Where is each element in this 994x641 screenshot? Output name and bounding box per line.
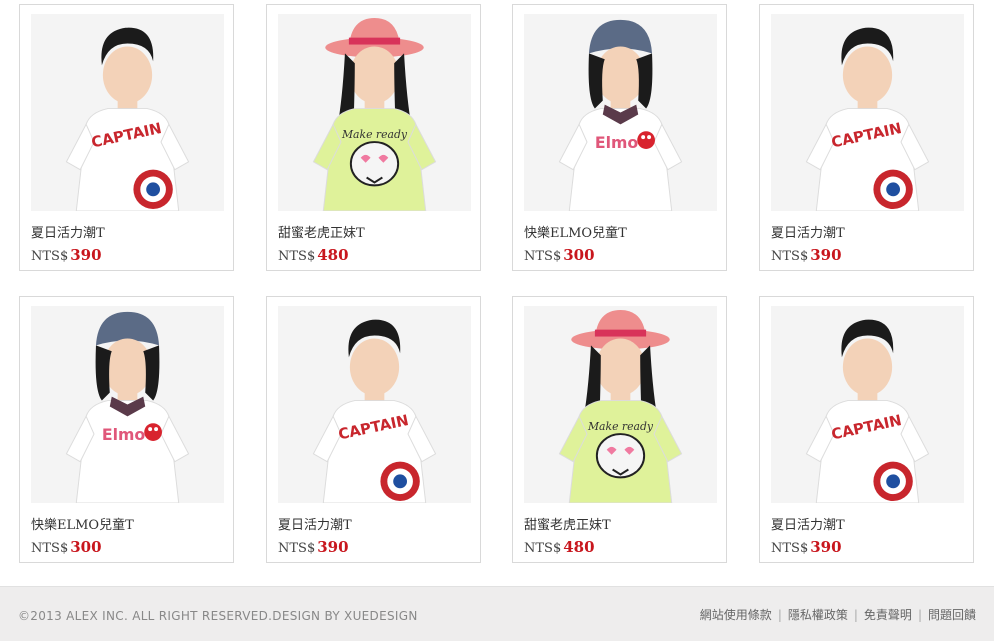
copyright-text: ©2013 ALEX INC. ALL RIGHT RESERVED.DESIG… [18,609,418,623]
product-price: NTS$ 390 [771,245,842,264]
product-photo[interactable]: CAPTAIN [278,306,471,503]
footer-link-terms[interactable]: 網站使用條款 [700,608,772,622]
product-name[interactable]: 夏日活力潮T [278,514,352,533]
product-photo[interactable]: CAPTAIN [771,14,964,211]
price-amount: 390 [810,538,842,556]
product-price: NTS$ 480 [524,537,595,556]
product-name[interactable]: 甜蜜老虎正妹T [278,222,365,241]
price-currency: NTS$ [278,249,316,264]
product-price: NTS$ 390 [278,537,349,556]
price-currency: NTS$ [771,249,809,264]
svg-text:Elmo: Elmo [102,425,146,444]
product-card[interactable]: Elmo 快樂ELMO兒童T NTS$ 300 [512,4,727,271]
product-price: NTS$ 300 [31,537,102,556]
price-amount: 390 [810,246,842,264]
footer-link-privacy[interactable]: 隱私權政策 [788,608,848,622]
product-name[interactable]: 甜蜜老虎正妹T [524,514,611,533]
product-photo[interactable]: Elmo [31,306,224,503]
price-amount: 480 [317,246,349,264]
svg-text:Make ready: Make ready [341,128,408,141]
product-name[interactable]: 夏日活力潮T [31,222,105,241]
svg-text:Make ready: Make ready [587,420,654,433]
product-photo[interactable]: CAPTAIN [31,14,224,211]
product-price: NTS$ 390 [771,537,842,556]
product-photo[interactable]: Elmo [524,14,717,211]
footer-link-feedback[interactable]: 問題回饋 [928,608,976,622]
product-name[interactable]: 夏日活力潮T [771,222,845,241]
product-photo[interactable]: Make ready [278,14,471,211]
price-amount: 390 [70,246,102,264]
price-currency: NTS$ [524,249,562,264]
product-photo[interactable]: Make ready [524,306,717,503]
product-price: NTS$ 480 [278,245,349,264]
product-name[interactable]: 快樂ELMO兒童T [524,222,627,241]
site-footer: ©2013 ALEX INC. ALL RIGHT RESERVED.DESIG… [0,586,994,641]
footer-links: 網站使用條款 | 隱私權政策 | 免責聲明 | 問題回饋 [700,606,976,623]
product-card[interactable]: Make ready 甜蜜老虎正妹T NTS$ 480 [512,296,727,563]
footer-separator: | [777,608,782,622]
price-currency: NTS$ [31,249,69,264]
product-price: NTS$ 300 [524,245,595,264]
footer-separator: | [853,608,858,622]
svg-text:Elmo: Elmo [595,133,639,152]
product-card[interactable]: Make ready 甜蜜老虎正妹T NTS$ 480 [266,4,481,271]
product-card[interactable]: CAPTAIN 夏日活力潮T NTS$ 390 [19,4,234,271]
product-photo[interactable]: CAPTAIN [771,306,964,503]
footer-separator: | [917,608,922,622]
price-currency: NTS$ [278,541,316,556]
price-amount: 390 [317,538,349,556]
product-card[interactable]: Elmo 快樂ELMO兒童T NTS$ 300 [19,296,234,563]
product-name[interactable]: 夏日活力潮T [771,514,845,533]
price-currency: NTS$ [771,541,809,556]
price-amount: 300 [563,246,595,264]
product-card[interactable]: CAPTAIN 夏日活力潮T NTS$ 390 [759,296,974,563]
price-currency: NTS$ [31,541,69,556]
footer-link-disclaimer[interactable]: 免責聲明 [864,608,912,622]
price-currency: NTS$ [524,541,562,556]
price-amount: 480 [563,538,595,556]
price-amount: 300 [70,538,102,556]
product-name[interactable]: 快樂ELMO兒童T [31,514,134,533]
product-price: NTS$ 390 [31,245,102,264]
product-grid: CAPTAIN 夏日活力潮T NTS$ 390 Make ready 甜蜜老虎正妹… [0,0,994,586]
product-card[interactable]: CAPTAIN 夏日活力潮T NTS$ 390 [759,4,974,271]
product-card[interactable]: CAPTAIN 夏日活力潮T NTS$ 390 [266,296,481,563]
